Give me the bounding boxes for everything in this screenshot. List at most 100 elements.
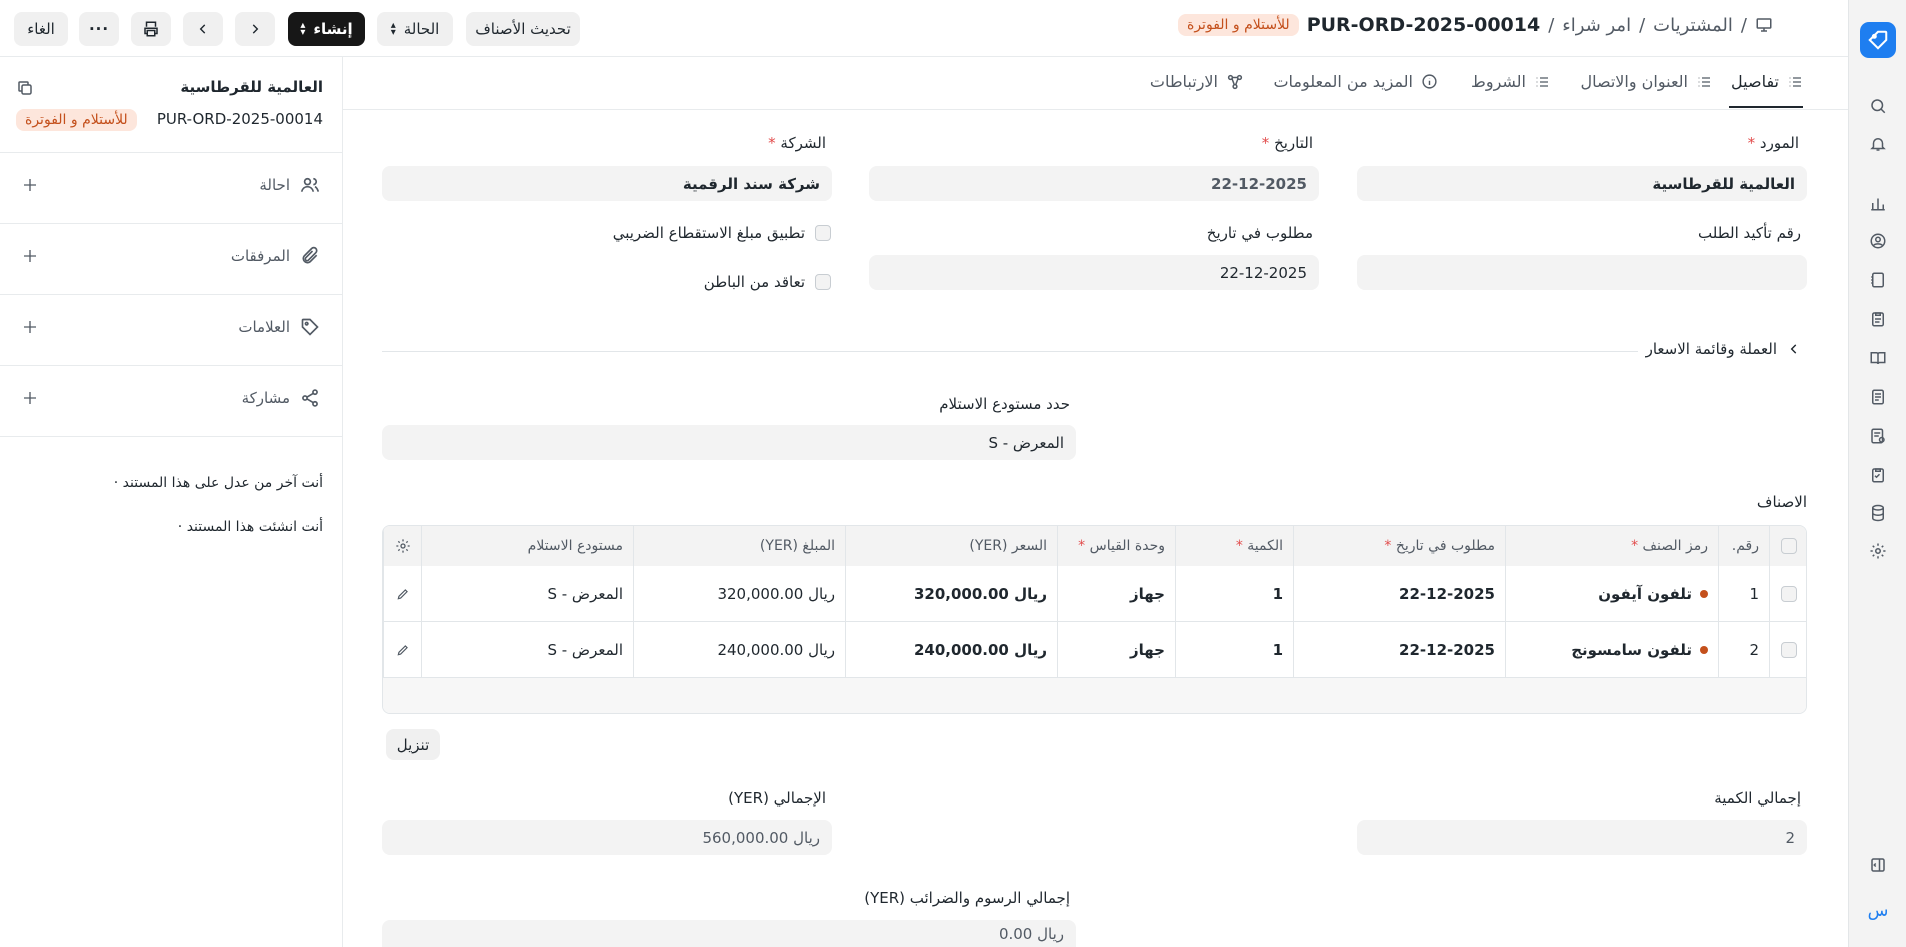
date-field[interactable]: 22-12-2025	[869, 166, 1319, 201]
assign-row[interactable]: احالة	[0, 153, 342, 224]
apply-tds-label: تطبيق مبلغ الاستقطاع الضريبي	[612, 224, 805, 242]
section-divider	[382, 351, 1638, 352]
checklist-icon[interactable]	[1862, 459, 1894, 491]
edit-row-button[interactable]	[383, 566, 421, 621]
currency-section-toggle[interactable]: العملة وقائمة الاسعار	[1646, 340, 1801, 358]
connections-icon	[1227, 74, 1243, 89]
status-badge: للأستلام و الفوترة	[1178, 14, 1299, 36]
breadcrumb-buying[interactable]: المشتريات	[1653, 15, 1733, 36]
uom-cell[interactable]: جهاز	[1057, 566, 1175, 621]
document-icon[interactable]	[1862, 381, 1894, 413]
print-button[interactable]	[131, 12, 171, 46]
tab-address-label: العنوان والاتصال	[1580, 72, 1688, 91]
database-icon[interactable]	[1862, 497, 1894, 529]
active-tab-indicator	[1729, 106, 1803, 108]
add-assign-button[interactable]	[22, 177, 38, 193]
uom-cell[interactable]: جهاز	[1057, 622, 1175, 677]
col-qty-header: الكمية *	[1175, 526, 1293, 566]
add-attachment-button[interactable]	[22, 248, 38, 264]
column-settings-button[interactable]	[383, 526, 421, 566]
amount-cell: ريال 240,000.00	[633, 622, 845, 677]
tab-address-contact[interactable]: العنوان والاتصال	[1580, 72, 1712, 91]
notebook-icon[interactable]	[1862, 264, 1894, 296]
book-icon[interactable]	[1862, 342, 1894, 374]
supplier-title: العالمية للقرطاسية	[180, 78, 323, 96]
add-share-button[interactable]	[22, 390, 38, 406]
edit-row-button[interactable]	[383, 622, 421, 677]
order-confirmation-field[interactable]	[1357, 255, 1807, 290]
row-checkbox[interactable]	[1781, 585, 1797, 602]
warehouse-cell[interactable]: المعرض - S	[421, 622, 633, 677]
app-logo-icon[interactable]	[1860, 22, 1896, 58]
required-by-cell[interactable]: 22-12-2025	[1293, 622, 1505, 677]
select-all-checkbox[interactable]	[1781, 538, 1797, 554]
copy-icon[interactable]	[16, 79, 34, 97]
more-actions-button[interactable]: ···	[79, 12, 119, 46]
activity-last-edit: أنت آخر من عدل على هذا المستند ·	[113, 475, 323, 491]
desktop-icon[interactable]	[1755, 16, 1773, 34]
page-title: PUR-ORD-2025-00014	[1306, 14, 1541, 36]
apply-tds-checkbox[interactable]	[815, 225, 831, 241]
attachments-row[interactable]: المرفقات	[0, 224, 342, 295]
company-label: الشركة *	[768, 134, 826, 152]
tab-more-info[interactable]: المزيد من المعلومات	[1273, 72, 1438, 91]
share-row[interactable]: مشاركة	[0, 366, 342, 437]
tag-icon	[301, 318, 319, 336]
warehouse-cell[interactable]: المعرض - S	[421, 566, 633, 621]
list-icon	[1698, 76, 1710, 87]
row-checkbox[interactable]	[1781, 641, 1797, 658]
set-warehouse-field[interactable]: المعرض - S	[382, 425, 1076, 460]
chart-icon[interactable]	[1862, 187, 1894, 219]
subcontracted-checkbox-row[interactable]: تعاقد من الباطن	[704, 273, 831, 291]
item-code-cell[interactable]: تلفون سامسونج	[1505, 622, 1718, 677]
cancel-button[interactable]: الغاء	[14, 12, 68, 46]
total-qty-field: 2	[1357, 820, 1807, 855]
total-qty-label: إجمالي الكمية	[1714, 789, 1801, 807]
status-dot-icon	[1700, 589, 1708, 598]
tags-row[interactable]: العلامات	[0, 295, 342, 366]
col-required-by-header: مطلوب في تاريخ *	[1293, 526, 1505, 566]
required-by-cell[interactable]: 22-12-2025	[1293, 566, 1505, 621]
status-dropdown-button[interactable]: الحالة ▴ ▾	[377, 12, 453, 46]
create-dropdown-button[interactable]: إنشاء ▴ ▾	[288, 12, 365, 46]
settings-icon[interactable]	[1862, 535, 1894, 567]
sidebar-toggle-icon[interactable]	[1862, 849, 1894, 881]
select-all-cell[interactable]	[1769, 526, 1806, 566]
subcontracted-checkbox[interactable]	[815, 274, 831, 290]
user-circle-icon[interactable]	[1862, 225, 1894, 257]
list-icon	[1789, 76, 1801, 87]
add-tag-button[interactable]	[22, 319, 38, 335]
tab-connections[interactable]: الارتباطات	[1150, 72, 1244, 91]
row-select-cell[interactable]	[1769, 622, 1806, 677]
rate-cell[interactable]: ريال 240,000.00	[845, 622, 1057, 677]
required-by-field[interactable]: 22-12-2025	[869, 255, 1319, 290]
user-avatar[interactable]: س	[1862, 895, 1894, 927]
rate-cell[interactable]: ريال 320,000.00	[845, 566, 1057, 621]
gear-icon	[395, 539, 410, 553]
clipboard-icon[interactable]	[1862, 303, 1894, 335]
next-record-button[interactable]	[235, 12, 275, 46]
company-field[interactable]: شركة سند الرقمية	[382, 166, 832, 201]
search-icon[interactable]	[1862, 90, 1894, 122]
breadcrumb-purchase-order[interactable]: امر شراء	[1562, 15, 1631, 36]
attachments-label: المرفقات	[230, 247, 290, 265]
order-confirmation-label: رقم تأكيد الطلب	[1698, 224, 1801, 242]
apply-tds-checkbox-row[interactable]: تطبيق مبلغ الاستقطاع الضريبي	[613, 224, 831, 242]
create-button-label: إنشاء	[313, 20, 353, 38]
supplier-field[interactable]: العالمية للقرطاسية	[1357, 166, 1807, 201]
total-field: ريال 560,000.00	[382, 820, 832, 855]
qty-cell[interactable]: 1	[1175, 622, 1293, 677]
receipt-icon[interactable]	[1862, 420, 1894, 452]
qty-cell[interactable]: 1	[1175, 566, 1293, 621]
bell-icon[interactable]	[1862, 128, 1894, 160]
row-select-cell[interactable]	[1769, 566, 1806, 621]
item-code-cell[interactable]: تلفون آيفون	[1505, 566, 1718, 621]
update-items-button[interactable]: تحديث الأصناف	[466, 12, 580, 46]
set-warehouse-label: حدد مستودع الاستلام	[939, 395, 1070, 413]
previous-record-button[interactable]	[183, 12, 223, 46]
tab-terms[interactable]: الشروط	[1471, 72, 1550, 91]
breadcrumb: / المشتريات / امر شراء / PUR-ORD-2025-00…	[1178, 14, 1773, 36]
download-button[interactable]: تنزيل	[386, 729, 440, 760]
tab-connections-label: الارتباطات	[1149, 72, 1218, 91]
tab-details[interactable]: تفاصيل	[1731, 72, 1803, 91]
